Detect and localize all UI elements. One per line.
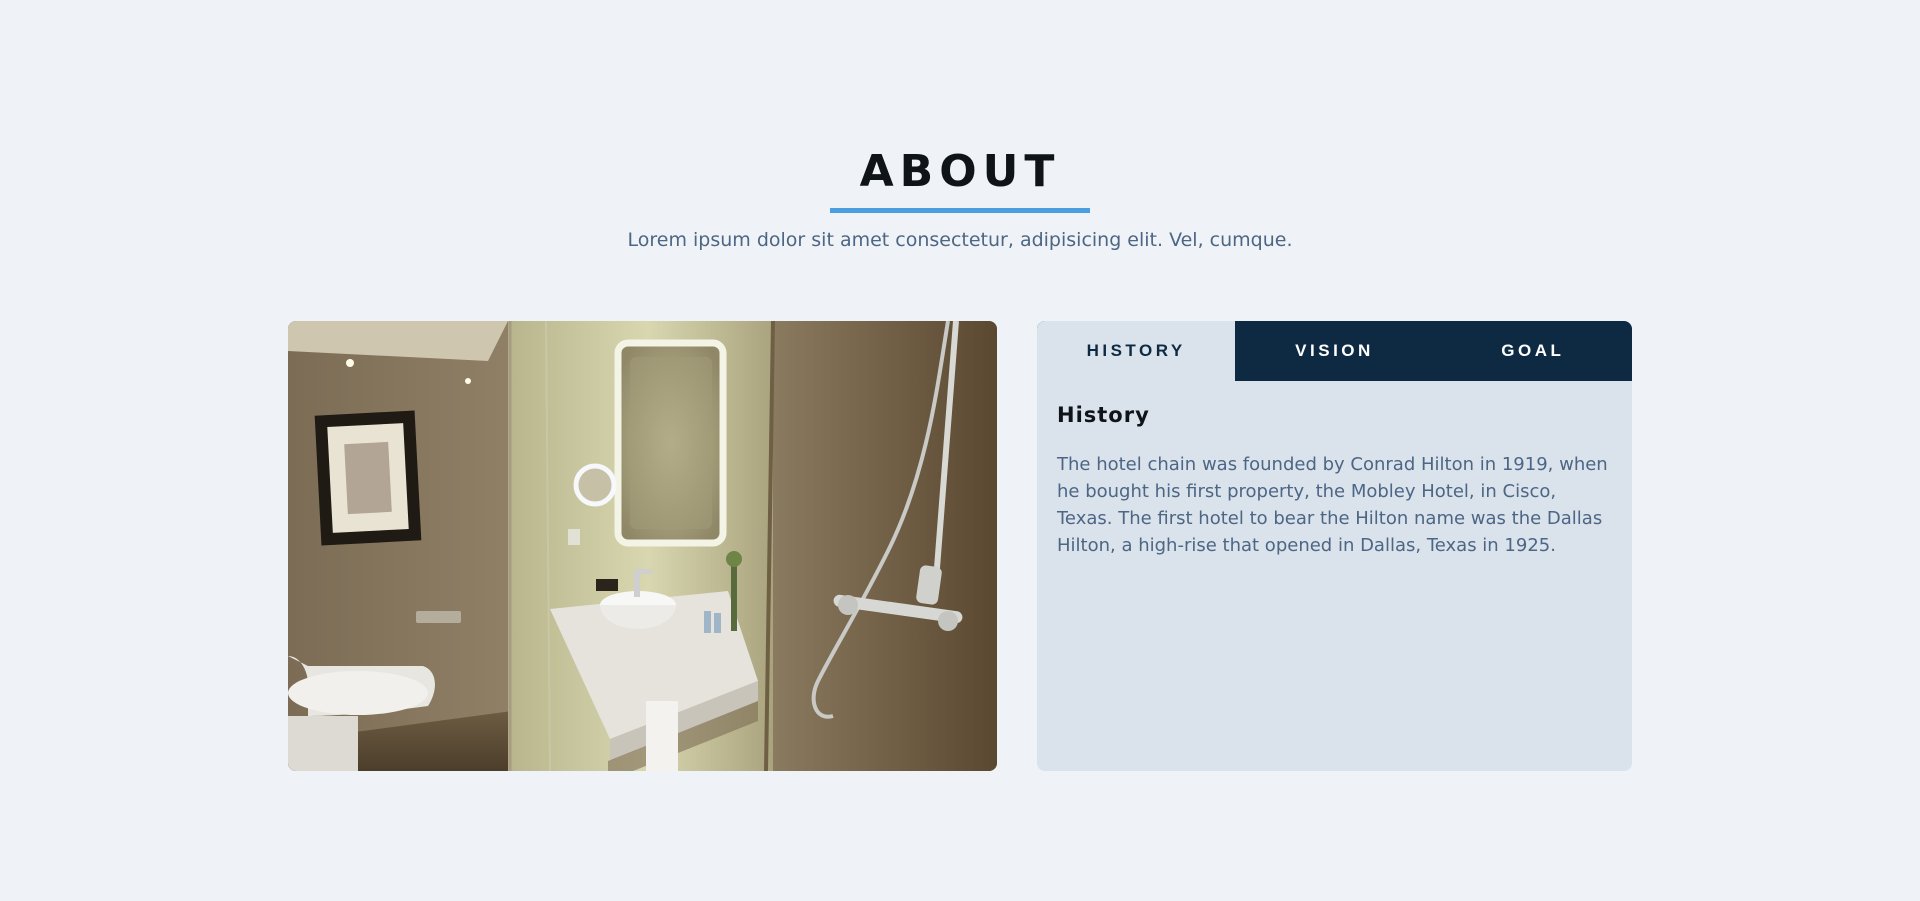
tab-history[interactable]: HISTORY <box>1037 321 1236 381</box>
about-tabs-panel: HISTORY VISION GOAL History The hotel ch… <box>1037 321 1632 771</box>
tab-goal[interactable]: GOAL <box>1434 321 1632 381</box>
about-subtitle: Lorem ipsum dolor sit amet consectetur, … <box>627 229 1293 251</box>
tab-vision[interactable]: VISION <box>1235 321 1433 381</box>
content-title: History <box>1057 403 1150 427</box>
content-text: The hotel chain was founded by Conrad Hi… <box>1057 454 1608 556</box>
bathroom-photo-illustration <box>288 321 997 771</box>
hotel-bathroom-image <box>288 321 997 771</box>
tab-content: History The hotel chain was founded by C… <box>1037 381 1632 559</box>
title-underline <box>830 208 1090 213</box>
tab-bar: HISTORY VISION GOAL <box>1037 321 1632 381</box>
about-title: ABOUT <box>859 146 1061 197</box>
about-section: ABOUT Lorem ipsum dolor sit amet consect… <box>0 0 1920 901</box>
